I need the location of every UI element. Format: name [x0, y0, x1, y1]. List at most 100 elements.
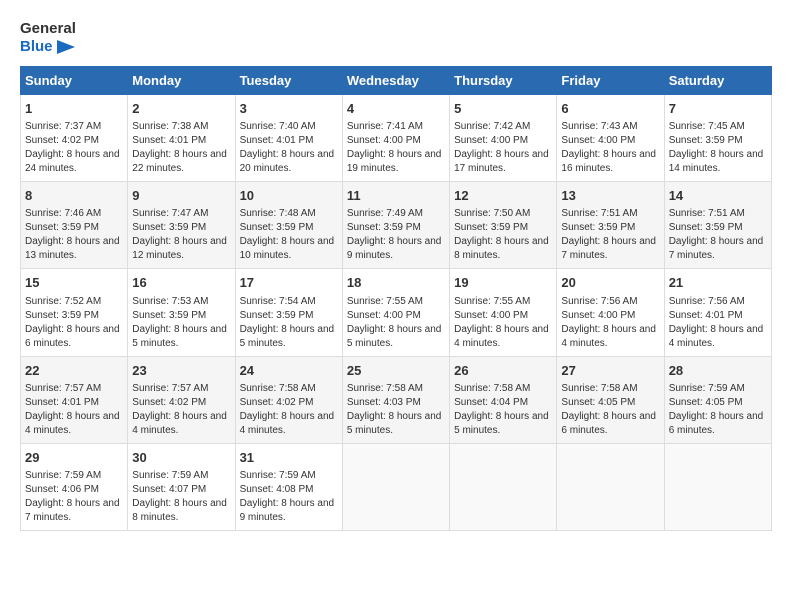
- sunrise-text: Sunrise: 7:51 AM: [669, 208, 745, 219]
- calendar-cell: 23Sunrise: 7:57 AMSunset: 4:02 PMDayligh…: [128, 356, 235, 443]
- sunrise-text: Sunrise: 7:54 AM: [240, 296, 316, 307]
- day-number: 28: [669, 362, 767, 380]
- sunset-text: Sunset: 4:01 PM: [132, 135, 206, 146]
- day-number: 6: [561, 100, 659, 118]
- daylight-text: Daylight: 8 hours and 5 minutes.: [240, 324, 335, 349]
- sunrise-text: Sunrise: 7:58 AM: [347, 383, 423, 394]
- sunrise-text: Sunrise: 7:55 AM: [347, 296, 423, 307]
- sunset-text: Sunset: 4:02 PM: [132, 397, 206, 408]
- daylight-text: Daylight: 8 hours and 9 minutes.: [240, 498, 335, 523]
- header-friday: Friday: [557, 67, 664, 95]
- daylight-text: Daylight: 8 hours and 16 minutes.: [561, 149, 656, 174]
- sunrise-text: Sunrise: 7:51 AM: [561, 208, 637, 219]
- calendar-cell: 13 Sunrise: 7:51 AM Sunset: 3:59 PM Dayligh…: [557, 182, 664, 269]
- calendar-cell: 14Sunrise: 7:51 AMSunset: 3:59 PMDayligh…: [664, 182, 771, 269]
- daylight-text: Daylight: 8 hours and 4 minutes.: [561, 324, 656, 349]
- calendar-cell: [664, 443, 771, 530]
- sunrise-text: Sunrise: 7:41 AM: [347, 121, 423, 132]
- header-thursday: Thursday: [450, 67, 557, 95]
- sunrise-text: Sunrise: 7:48 AM: [240, 208, 316, 219]
- page-header: General Blue: [20, 20, 772, 56]
- logo-arrow-icon: [57, 40, 75, 54]
- calendar-cell: 30Sunrise: 7:59 AMSunset: 4:07 PMDayligh…: [128, 443, 235, 530]
- calendar-cell: 22Sunrise: 7:57 AMSunset: 4:01 PMDayligh…: [21, 356, 128, 443]
- day-number: 17: [240, 274, 338, 292]
- daylight-text: Daylight: 8 hours and 6 minutes.: [561, 411, 656, 436]
- header-saturday: Saturday: [664, 67, 771, 95]
- calendar-cell: 20Sunrise: 7:56 AMSunset: 4:00 PMDayligh…: [557, 269, 664, 356]
- header-monday: Monday: [128, 67, 235, 95]
- sunset-text: Sunset: 3:59 PM: [669, 222, 743, 233]
- sunset-text: Sunset: 4:01 PM: [669, 310, 743, 321]
- daylight-text: Daylight: 8 hours and 10 minutes.: [240, 236, 335, 261]
- daylight-text: Daylight: 8 hours and 6 minutes.: [25, 324, 120, 349]
- calendar-cell: 10Sunrise: 7:48 AMSunset: 3:59 PMDayligh…: [235, 182, 342, 269]
- sunrise-text: Sunrise: 7:56 AM: [669, 296, 745, 307]
- calendar-week-row: 15Sunrise: 7:52 AMSunset: 3:59 PMDayligh…: [21, 269, 772, 356]
- calendar-cell: 27Sunrise: 7:58 AMSunset: 4:05 PMDayligh…: [557, 356, 664, 443]
- day-number: 21: [669, 274, 767, 292]
- day-number: 4: [347, 100, 445, 118]
- daylight-text: Daylight: 8 hours and 8 minutes.: [132, 498, 227, 523]
- day-number: 1: [25, 100, 123, 118]
- day-number: 13: [561, 187, 659, 205]
- sunset-text: Sunset: 4:06 PM: [25, 484, 99, 495]
- header-tuesday: Tuesday: [235, 67, 342, 95]
- daylight-text: Daylight: 8 hours and 4 minutes.: [240, 411, 335, 436]
- day-number: 22: [25, 362, 123, 380]
- sunset-text: Sunset: 4:05 PM: [669, 397, 743, 408]
- day-number: 9: [132, 187, 230, 205]
- sunrise-text: Sunrise: 7:58 AM: [561, 383, 637, 394]
- header-sunday: Sunday: [21, 67, 128, 95]
- logo-general: General: [20, 20, 76, 38]
- calendar-cell: [557, 443, 664, 530]
- calendar-cell: 16Sunrise: 7:53 AMSunset: 3:59 PMDayligh…: [128, 269, 235, 356]
- calendar-cell: [450, 443, 557, 530]
- day-number: 19: [454, 274, 552, 292]
- sunset-text: Sunset: 4:04 PM: [454, 397, 528, 408]
- sunrise-text: Sunrise: 7:58 AM: [240, 383, 316, 394]
- daylight-text: Daylight: 8 hours and 22 minutes.: [132, 149, 227, 174]
- sunset-text: Sunset: 3:59 PM: [561, 222, 635, 233]
- daylight-text: Daylight: 8 hours and 7 minutes.: [561, 236, 656, 261]
- logo-container: General Blue: [20, 20, 76, 56]
- day-number: 15: [25, 274, 123, 292]
- calendar-cell: 28 Sunrise: 7:59 AM Sunset: 4:05 PM Dayligh…: [664, 356, 771, 443]
- calendar-cell: 3Sunrise: 7:40 AMSunset: 4:01 PMDaylight…: [235, 95, 342, 182]
- day-number: 23: [132, 362, 230, 380]
- daylight-text: Daylight: 8 hours and 12 minutes.: [132, 236, 227, 261]
- sunrise-text: Sunrise: 7:40 AM: [240, 121, 316, 132]
- day-number: 30: [132, 449, 230, 467]
- sunrise-text: Sunrise: 7:38 AM: [132, 121, 208, 132]
- daylight-text: Daylight: 8 hours and 14 minutes.: [669, 149, 764, 174]
- sunrise-text: Sunrise: 7:55 AM: [454, 296, 530, 307]
- sunrise-text: Sunrise: 7:53 AM: [132, 296, 208, 307]
- day-number: 11: [347, 187, 445, 205]
- sunrise-text: Sunrise: 7:57 AM: [132, 383, 208, 394]
- calendar-cell: 2Sunrise: 7:38 AMSunset: 4:01 PMDaylight…: [128, 95, 235, 182]
- daylight-text: Daylight: 8 hours and 6 minutes.: [669, 411, 764, 436]
- sunset-text: Sunset: 3:59 PM: [454, 222, 528, 233]
- day-number: 26: [454, 362, 552, 380]
- sunrise-text: Sunrise: 7:58 AM: [454, 383, 530, 394]
- sunrise-text: Sunrise: 7:42 AM: [454, 121, 530, 132]
- calendar-cell: 12Sunrise: 7:50 AMSunset: 3:59 PMDayligh…: [450, 182, 557, 269]
- day-number: 10: [240, 187, 338, 205]
- logo: General Blue: [20, 20, 76, 56]
- sunset-text: Sunset: 4:07 PM: [132, 484, 206, 495]
- daylight-text: Daylight: 8 hours and 9 minutes.: [347, 236, 442, 261]
- sunset-text: Sunset: 4:00 PM: [347, 135, 421, 146]
- daylight-text: Daylight: 8 hours and 5 minutes.: [347, 411, 442, 436]
- sunrise-text: Sunrise: 7:59 AM: [669, 383, 745, 394]
- calendar-cell: 18Sunrise: 7:55 AMSunset: 4:00 PMDayligh…: [342, 269, 449, 356]
- sunrise-text: Sunrise: 7:45 AM: [669, 121, 745, 132]
- sunset-text: Sunset: 3:59 PM: [669, 135, 743, 146]
- calendar-cell: 25Sunrise: 7:58 AMSunset: 4:03 PMDayligh…: [342, 356, 449, 443]
- day-number: 8: [25, 187, 123, 205]
- calendar-cell: 31Sunrise: 7:59 AMSunset: 4:08 PMDayligh…: [235, 443, 342, 530]
- sunset-text: Sunset: 4:00 PM: [561, 135, 635, 146]
- calendar-week-row: 1Sunrise: 7:37 AMSunset: 4:02 PMDaylight…: [21, 95, 772, 182]
- day-number: 18: [347, 274, 445, 292]
- calendar-cell: 19Sunrise: 7:55 AMSunset: 4:00 PMDayligh…: [450, 269, 557, 356]
- calendar-cell: 15Sunrise: 7:52 AMSunset: 3:59 PMDayligh…: [21, 269, 128, 356]
